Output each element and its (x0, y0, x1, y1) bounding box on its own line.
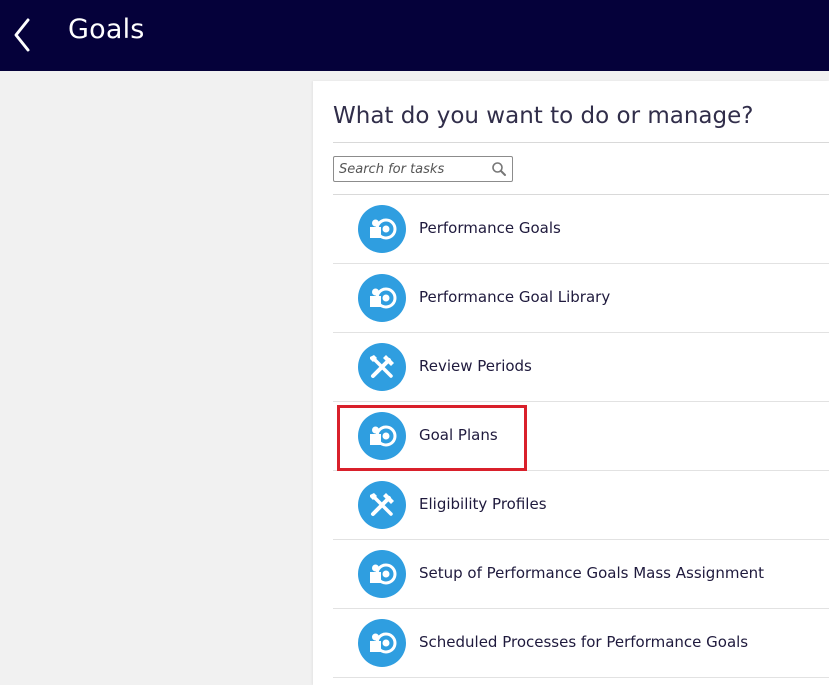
task-item-goal-plans[interactable]: Goal Plans (333, 402, 829, 471)
chevron-left-icon (14, 18, 30, 52)
task-item-performance-goal-library[interactable]: Performance Goal Library (333, 264, 829, 333)
task-item-performance-goals[interactable]: Performance Goals (333, 195, 829, 264)
search-box (333, 156, 513, 182)
task-label: Setup of Performance Goals Mass Assignme… (419, 564, 765, 582)
task-item-scheduled-processes[interactable]: Scheduled Processes for Performance Goal… (333, 609, 829, 678)
back-button[interactable] (10, 17, 36, 53)
task-item-mass-assignment[interactable]: Setup of Performance Goals Mass Assignme… (333, 540, 829, 609)
search-input[interactable] (334, 157, 484, 181)
goal-target-icon (358, 619, 406, 667)
page-title: Goals (68, 14, 145, 45)
goal-target-icon (358, 412, 406, 460)
task-label: Eligibility Profiles (419, 495, 547, 513)
search-icon[interactable] (491, 161, 507, 177)
divider (333, 142, 829, 143)
task-list: Performance Goals Performance Goal Libra… (333, 195, 829, 678)
task-label: Goal Plans (419, 426, 498, 444)
tools-icon (358, 343, 406, 391)
task-label: Performance Goals (419, 219, 561, 237)
task-label: Performance Goal Library (419, 288, 611, 306)
tasks-panel: What do you want to do or manage? Perfor… (313, 81, 829, 685)
goal-target-icon (358, 550, 406, 598)
app-header: Goals (0, 0, 829, 71)
panel-title: What do you want to do or manage? (333, 103, 754, 129)
task-item-review-periods[interactable]: Review Periods (333, 333, 829, 402)
goal-target-icon (358, 205, 406, 253)
goal-target-icon (358, 274, 406, 322)
task-label: Scheduled Processes for Performance Goal… (419, 633, 749, 651)
task-label: Review Periods (419, 357, 532, 375)
task-item-eligibility-profiles[interactable]: Eligibility Profiles (333, 471, 829, 540)
tools-icon (358, 481, 406, 529)
